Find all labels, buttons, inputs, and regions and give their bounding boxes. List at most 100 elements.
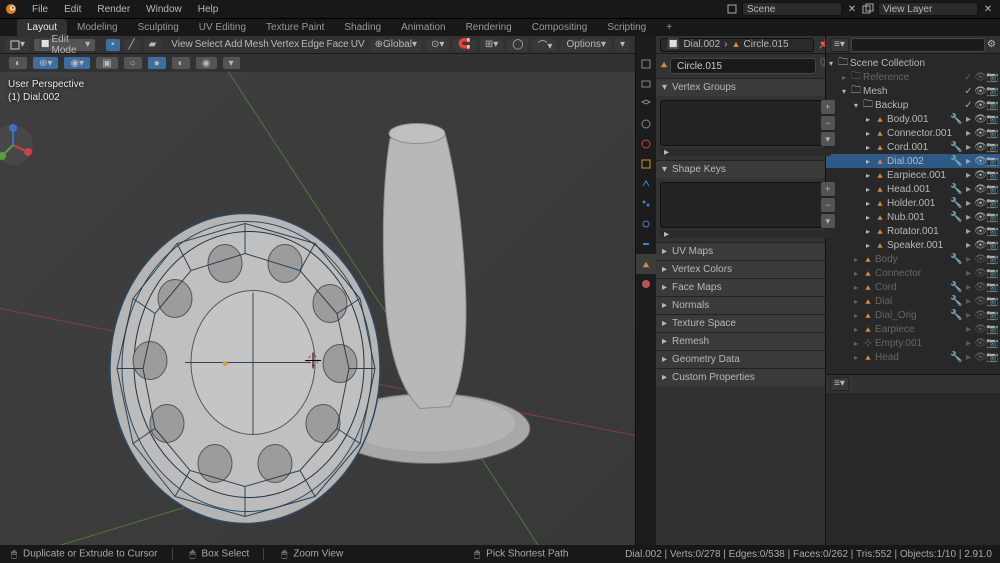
prop-tab-render-icon[interactable]: [636, 54, 656, 74]
scene-delete-icon[interactable]: ✕: [844, 2, 860, 16]
tree-row[interactable]: ▸Holder.001🔧▸👁📷: [826, 196, 1000, 210]
vp-menu-edge[interactable]: Edge: [301, 39, 324, 50]
vg-add-icon[interactable]: +: [821, 100, 835, 114]
menu-file[interactable]: File: [24, 4, 56, 15]
section-geometry-data[interactable]: ▸Geometry Data: [656, 351, 835, 368]
chevron-icon[interactable]: ▾: [851, 101, 861, 110]
chevron-icon[interactable]: ▸: [851, 339, 861, 348]
3d-viewport[interactable]: User Perspective (1) Dial.002: [0, 72, 635, 545]
select-icon[interactable]: ▸: [963, 198, 974, 209]
menu-help[interactable]: Help: [190, 4, 227, 15]
chevron-icon[interactable]: ▾: [839, 87, 849, 96]
layer-icon[interactable]: [860, 2, 876, 16]
outliner-type-icon[interactable]: ≡▾: [830, 38, 849, 52]
select-icon[interactable]: ▸: [963, 114, 974, 125]
eye-icon[interactable]: 👁: [975, 282, 986, 293]
chevron-icon[interactable]: ▸: [863, 199, 873, 208]
chevron-icon[interactable]: ▸: [863, 241, 873, 250]
tree-row[interactable]: ▸Cord🔧▸👁📷: [826, 280, 1000, 294]
eye-icon[interactable]: 👁: [975, 254, 986, 265]
ws-tab-shading[interactable]: Shading: [334, 19, 391, 36]
outliner-tree[interactable]: ▾🗀Scene Collection ▸🗀Reference✓👁📷▾🗀Mesh✓…: [826, 54, 1000, 374]
tree-row[interactable]: ▸Head.001🔧▸👁📷: [826, 182, 1000, 196]
snap-icon[interactable]: 🧲: [452, 38, 476, 52]
eye-icon[interactable]: 👁: [975, 170, 986, 181]
tree-row[interactable]: ▸Nub.001🔧▸👁📷: [826, 210, 1000, 224]
camera-icon[interactable]: 📷: [987, 198, 998, 209]
tree-row[interactable]: ▸Speaker.001▸👁📷: [826, 238, 1000, 252]
section-vertex-groups[interactable]: ▾Vertex Groups: [656, 79, 835, 96]
vg-menu-icon[interactable]: ▾: [821, 132, 835, 146]
camera-icon[interactable]: 📷: [987, 268, 998, 279]
eye-icon[interactable]: 👁: [975, 100, 986, 111]
shade-solid-icon[interactable]: ●: [147, 56, 167, 70]
section-face-maps[interactable]: ▸Face Maps: [656, 279, 835, 296]
shade-rendered-icon[interactable]: ◉: [195, 56, 218, 70]
eye-icon[interactable]: 👁: [975, 114, 986, 125]
select-icon[interactable]: ▸: [963, 184, 974, 195]
section-texture-space[interactable]: ▸Texture Space: [656, 315, 835, 332]
tree-row[interactable]: ▸Dial🔧▸👁📷: [826, 294, 1000, 308]
chevron-icon[interactable]: ▸: [851, 353, 861, 362]
vp-menu-uv[interactable]: UV: [351, 39, 365, 50]
tree-row[interactable]: ▸Dial_Orig🔧▸👁📷: [826, 308, 1000, 322]
chevron-icon[interactable]: ▸: [839, 73, 849, 82]
chevron-icon[interactable]: ▸: [851, 255, 861, 264]
camera-icon[interactable]: 📷: [987, 156, 998, 167]
camera-icon[interactable]: 📷: [987, 128, 998, 139]
camera-icon[interactable]: 📷: [987, 254, 998, 265]
edge-select-icon[interactable]: ╱: [123, 38, 141, 52]
shape-keys-list[interactable]: [660, 182, 831, 228]
camera-icon[interactable]: 📷: [987, 86, 998, 97]
camera-icon[interactable]: 📷: [987, 142, 998, 153]
proportional-icon[interactable]: ◯: [506, 38, 529, 52]
camera-icon[interactable]: 📷: [987, 212, 998, 223]
prop-tab-particle-icon[interactable]: [636, 194, 656, 214]
tree-row[interactable]: ▸Cord.001🔧▸👁📷: [826, 140, 1000, 154]
camera-icon[interactable]: 📷: [987, 324, 998, 335]
select-icon[interactable]: ▸: [963, 142, 974, 153]
eye-icon[interactable]: 👁: [975, 240, 986, 251]
section-shape-keys[interactable]: ▾Shape Keys: [656, 161, 835, 178]
select-icon[interactable]: ▸: [963, 310, 974, 321]
eye-icon[interactable]: 👁: [975, 310, 986, 321]
tree-row[interactable]: ▸Connector▸👁📷: [826, 266, 1000, 280]
tree-row[interactable]: ▸Connector.001▸👁📷: [826, 126, 1000, 140]
prop-tab-mesh-icon[interactable]: [636, 254, 656, 274]
ws-tab-animation[interactable]: Animation: [391, 19, 455, 36]
ws-tab-rendering[interactable]: Rendering: [456, 19, 522, 36]
chevron-icon[interactable]: ▸: [851, 283, 861, 292]
eye-icon[interactable]: 👁: [975, 156, 986, 167]
eye-icon[interactable]: 👁: [975, 142, 986, 153]
select-icon[interactable]: ▸: [963, 240, 974, 251]
chevron-icon[interactable]: ▸: [851, 297, 861, 306]
tree-row[interactable]: ▸⊹Empty.001▸👁📷: [826, 336, 1000, 350]
tree-row[interactable]: ▸Dial.002🔧▸👁📷: [826, 154, 1000, 168]
menu-edit[interactable]: Edit: [56, 4, 89, 15]
editor-type-icon[interactable]: ▾: [4, 38, 31, 52]
mesh-options-icon[interactable]: ▾: [614, 38, 631, 52]
props-breadcrumb[interactable]: 🔲Dial.002 › Circle.015: [660, 38, 814, 52]
gizmo-icon[interactable]: ◐: [8, 56, 28, 70]
sk-menu-icon[interactable]: ▾: [821, 214, 835, 228]
tree-row[interactable]: ▸Head🔧▸👁📷: [826, 350, 1000, 364]
chevron-icon[interactable]: ▸: [851, 325, 861, 334]
select-icon[interactable]: ▸: [963, 170, 974, 181]
options-button[interactable]: Options ▾: [560, 38, 612, 52]
section-uv-maps[interactable]: ▸UV Maps: [656, 243, 835, 260]
camera-icon[interactable]: 📷: [987, 100, 998, 111]
snap-type-icon[interactable]: ⊞▾: [479, 38, 504, 52]
section-vertex-colors[interactable]: ▸Vertex Colors: [656, 261, 835, 278]
select-icon[interactable]: ▸: [963, 226, 974, 237]
eye-icon[interactable]: 👁: [975, 128, 986, 139]
vp-menu-vertex[interactable]: Vertex: [271, 39, 299, 50]
chevron-icon[interactable]: ▸: [863, 171, 873, 180]
select-icon[interactable]: ▸: [963, 296, 974, 307]
select-icon[interactable]: ▸: [963, 268, 974, 279]
camera-icon[interactable]: 📷: [987, 184, 998, 195]
chevron-icon[interactable]: ▸: [863, 157, 873, 166]
prop-tab-viewlayer-icon[interactable]: [636, 94, 656, 114]
exclude-icon[interactable]: ✓: [963, 86, 974, 97]
vp-menu-mesh[interactable]: Mesh: [244, 39, 268, 50]
shade-wire-icon[interactable]: ○: [123, 56, 143, 70]
